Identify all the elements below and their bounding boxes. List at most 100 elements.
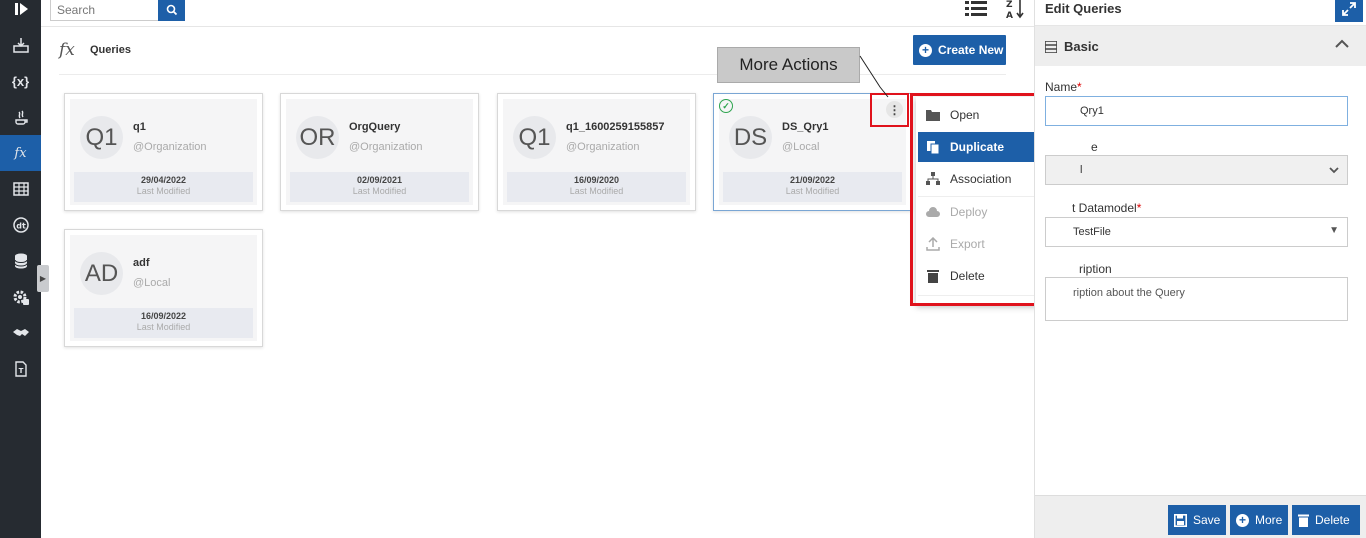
- datamodel-select[interactable]: TestFile ▼: [1045, 217, 1348, 247]
- card-scope: @Organization: [566, 141, 640, 153]
- selected-check-icon: ✓: [719, 99, 733, 113]
- card-name: q1: [133, 121, 146, 133]
- more-actions-callout: More Actions: [717, 47, 860, 83]
- required-marker: *: [1077, 80, 1082, 94]
- nav-dt-icon[interactable]: dt: [0, 207, 41, 243]
- edit-queries-panel: Edit Queries Basic Name* Qry1 e l t Data…: [1034, 0, 1366, 538]
- type-select[interactable]: l: [1045, 155, 1348, 185]
- caret-down-icon: ▼: [1329, 225, 1339, 236]
- query-card-q1-1600259155857[interactable]: Q1 q1_1600259155857 @Organization 16/09/…: [497, 93, 696, 211]
- card-date: 16/09/2022: [140, 311, 187, 321]
- card-date: 29/04/2022: [140, 175, 187, 185]
- search-button[interactable]: [158, 0, 185, 21]
- nav-java-icon[interactable]: [0, 99, 41, 135]
- card-avatar: OR: [296, 116, 339, 159]
- nav-settings-db-icon[interactable]: [0, 279, 41, 315]
- delete-label: Delete: [1315, 513, 1350, 527]
- nav-handshake-icon[interactable]: [0, 315, 41, 351]
- nav-ingest-icon[interactable]: [0, 27, 41, 63]
- query-card-q1[interactable]: Q1 q1 @Organization 29/04/2022 Last Modi…: [64, 93, 263, 211]
- logo-play-icon[interactable]: [0, 0, 41, 27]
- card-last-modified-label: Last Modified: [136, 322, 191, 332]
- sidebar-toggle-handle[interactable]: ▶: [37, 265, 49, 292]
- svg-text:A: A: [1006, 11, 1013, 20]
- nav-template-icon[interactable]: T: [0, 351, 41, 387]
- svg-text:T: T: [18, 367, 23, 375]
- sort-az-icon[interactable]: ZA: [1004, 0, 1026, 21]
- card-scope: @Local: [782, 141, 820, 153]
- datamodel-label-text: t Datamodel: [1072, 201, 1137, 215]
- card-footer: 16/09/2020 Last Modified: [507, 172, 686, 202]
- card-body: Q1 q1_1600259155857 @Organization 16/09/…: [503, 99, 690, 205]
- name-field[interactable]: Qry1: [1045, 96, 1348, 126]
- required-marker: *: [1136, 201, 1142, 215]
- name-label: Name*: [1045, 80, 1082, 94]
- type-label: e: [1045, 140, 1098, 154]
- name-field-value: Qry1: [1080, 105, 1104, 117]
- card-scope: @Organization: [349, 141, 423, 153]
- basic-section-header[interactable]: Basic: [1035, 26, 1366, 66]
- delete-button[interactable]: Delete: [1292, 505, 1360, 535]
- create-new-label: Create New: [938, 43, 1004, 57]
- card-avatar: DS: [729, 116, 772, 159]
- svg-text:Z: Z: [1006, 0, 1013, 10]
- save-button[interactable]: Save: [1168, 505, 1226, 535]
- svg-text:dt: dt: [16, 222, 26, 231]
- card-name: OrgQuery: [349, 121, 401, 133]
- card-last-modified-label: Last Modified: [569, 186, 624, 196]
- more-button[interactable]: + More: [1230, 505, 1288, 535]
- plus-circle-icon: +: [1236, 513, 1249, 527]
- chevron-up-icon[interactable]: [1335, 37, 1349, 52]
- description-placeholder: ription about the Query: [1073, 287, 1185, 299]
- save-label: Save: [1193, 513, 1221, 527]
- save-icon: [1174, 513, 1187, 527]
- card-avatar: Q1: [80, 116, 123, 159]
- section-title: Basic: [1064, 39, 1099, 54]
- form-icon: [1045, 41, 1057, 53]
- card-date: 21/09/2022: [789, 175, 836, 185]
- query-card-orgquery[interactable]: OR OrgQuery @Organization 02/09/2021 Las…: [280, 93, 479, 211]
- expand-icon[interactable]: [1335, 0, 1363, 22]
- description-textarea[interactable]: ription about the Query: [1045, 277, 1348, 321]
- card-body: Q1 q1 @Organization 29/04/2022 Last Modi…: [70, 99, 257, 205]
- panel-footer: Save + More Delete: [1035, 495, 1366, 538]
- search-input[interactable]: [50, 0, 160, 21]
- datamodel-label: t Datamodel*: [1045, 201, 1141, 215]
- card-body: AD adf @Local 16/09/2022 Last Modified: [70, 235, 257, 341]
- card-last-modified-label: Last Modified: [352, 186, 407, 196]
- card-footer: 16/09/2022 Last Modified: [74, 308, 253, 338]
- panel-header: Edit Queries: [1035, 0, 1366, 26]
- card-footer: 02/09/2021 Last Modified: [290, 172, 469, 202]
- nav-variables-icon[interactable]: {x}: [0, 63, 41, 99]
- callout-pointer-line: [859, 55, 889, 98]
- description-label: ription: [1045, 262, 1112, 276]
- page-title: Queries: [90, 44, 131, 56]
- trash-icon: [1298, 514, 1309, 527]
- list-view-icon[interactable]: [965, 0, 987, 18]
- card-body: OR OrgQuery @Organization 02/09/2021 Las…: [286, 99, 473, 205]
- left-nav-sidebar: {x} fx dt T: [0, 0, 41, 538]
- top-toolbar: ZA: [41, 0, 1034, 27]
- name-label-text: Name: [1045, 80, 1078, 94]
- plus-circle-icon: +: [919, 43, 932, 57]
- chevron-down-icon: [1329, 167, 1339, 174]
- panel-title: Edit Queries: [1045, 1, 1122, 16]
- card-name: adf: [133, 257, 150, 269]
- nav-table-icon[interactable]: [0, 171, 41, 207]
- card-name: DS_Qry1: [782, 121, 829, 133]
- card-footer: 21/09/2022 Last Modified: [723, 172, 902, 202]
- card-footer: 29/04/2022 Last Modified: [74, 172, 253, 202]
- fx-icon: fx: [59, 40, 75, 60]
- search-icon: [166, 4, 177, 15]
- card-scope: @Local: [133, 277, 171, 289]
- card-scope: @Organization: [133, 141, 207, 153]
- card-date: 16/09/2020: [573, 175, 620, 185]
- card-avatar: AD: [80, 252, 123, 295]
- nav-database-icon[interactable]: [0, 243, 41, 279]
- query-card-adf[interactable]: AD adf @Local 16/09/2022 Last Modified: [64, 229, 263, 347]
- create-new-button[interactable]: + Create New: [913, 35, 1006, 65]
- card-date: 02/09/2021: [356, 175, 403, 185]
- nav-queries-fx-icon[interactable]: fx: [0, 135, 41, 171]
- card-last-modified-label: Last Modified: [785, 186, 840, 196]
- type-label-text: e: [1091, 140, 1098, 154]
